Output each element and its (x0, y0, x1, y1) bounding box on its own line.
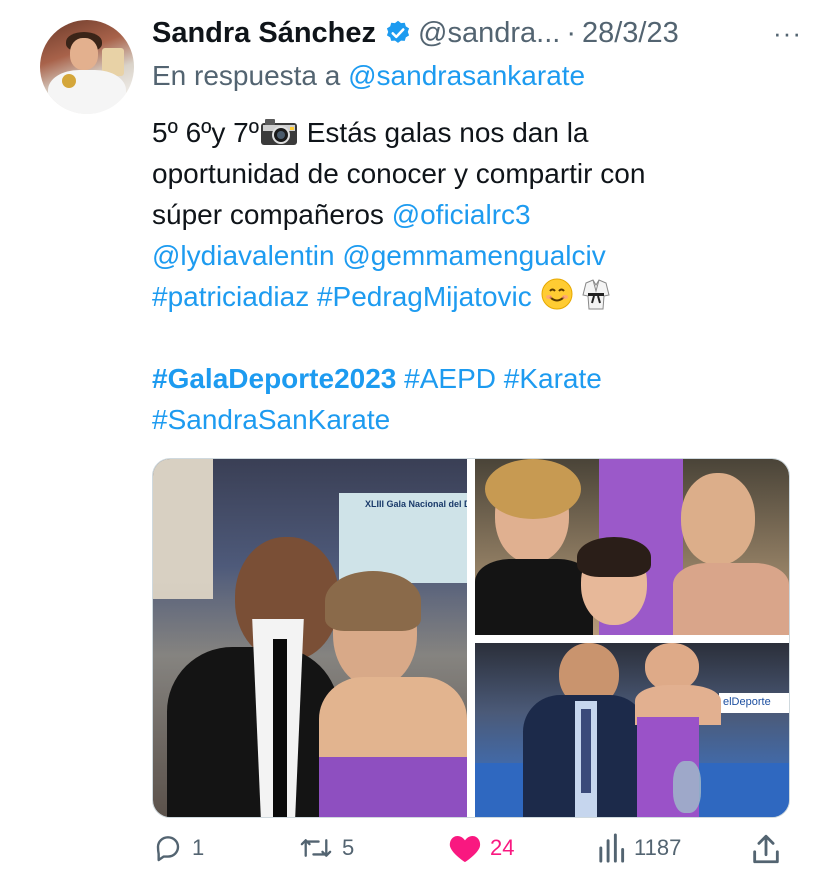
mention-oficialrc3[interactable]: @oficialrc3 (392, 199, 531, 230)
photo-2-face-right (681, 473, 755, 565)
photo-1-woman-hair (325, 571, 421, 631)
hashtag-patriciadiaz[interactable]: #patriciadiaz (152, 281, 309, 312)
reply-prefix: En respuesta a (152, 60, 341, 91)
view-count: 1187 (634, 835, 682, 860)
photo-2-dress-right (673, 563, 789, 635)
tweet-header: Sandra Sánchez @sandra... · 28/3/23 ··· (152, 14, 802, 52)
photo-3-trophy (673, 761, 701, 813)
hashtag-aepd[interactable]: #AEPD (404, 363, 496, 394)
verified-badge-icon (386, 20, 410, 43)
photo-2-hair-left (485, 459, 581, 519)
author-name[interactable]: Sandra Sánchez (152, 17, 376, 50)
camera-emoji (260, 119, 297, 145)
reply-context: En respuesta a @sandrasankarate (152, 60, 585, 92)
like-button[interactable]: 24 (448, 832, 514, 864)
photo-1[interactable]: XLIII Gala Nacional del Depo (153, 459, 467, 817)
photo-1-banner: XLIII Gala Nacional del Depo (339, 493, 467, 583)
avatar-face (70, 38, 98, 70)
tweet-line-1-text: Estás galas nos dan la (298, 117, 589, 148)
photo-3-man-tie (581, 709, 591, 793)
tweet-line-7: #SandraSanKarate (152, 399, 802, 440)
tweet-line-1: 5º 6ºy 7º Estás galas nos dan la (152, 112, 802, 153)
tweet-line-2: oportunidad de conocer y compartir con (152, 158, 646, 189)
avatar[interactable] (40, 20, 134, 114)
share-icon (753, 834, 779, 864)
hashtag-galadeporte2023[interactable]: #GalaDeporte2023 (152, 363, 396, 394)
reply-count: 1 (192, 835, 205, 860)
photo-1-curtain (153, 459, 213, 599)
tweet-line-5: #patriciadiaz #PedragMijatovic (152, 276, 802, 317)
tweet-line-6: #GalaDeporte2023 #AEPD #Karate (152, 358, 802, 399)
photo-2-dress-left (475, 559, 593, 635)
retweet-icon (300, 839, 332, 857)
tweet-text: 5º 6ºy 7º Estás galas nos dan la oportun… (152, 112, 802, 440)
views-button[interactable]: 1187 (596, 832, 681, 864)
retweet-button[interactable]: 5 (298, 832, 354, 864)
reply-mention[interactable]: @sandrasankarate (348, 60, 585, 91)
avatar-gi (48, 70, 126, 114)
views-icon (599, 833, 625, 863)
hashtag-pedragmijatovic[interactable]: #PedragMijatovic (317, 281, 532, 312)
photo-1-man-tie (273, 639, 287, 817)
hashtag-karate[interactable]: #Karate (504, 363, 602, 394)
tweet-line-4: @lydiavalentin @gemmamengualciv (152, 235, 802, 276)
more-icon[interactable]: ··· (773, 18, 802, 49)
action-bar: 1 5 24 1187 (152, 832, 792, 872)
avatar-medal (62, 74, 76, 88)
mention-gemmamengualciv[interactable]: @gemmamengualciv (342, 240, 605, 271)
header-separator: · (566, 16, 576, 49)
media-grid: XLIII Gala Nacional del Depo elDeporte (152, 458, 790, 818)
author-handle[interactable]: @sandra... (418, 17, 560, 50)
share-button[interactable] (750, 832, 782, 866)
tweet-line-3: súper compañeros @oficialrc3 (152, 194, 802, 235)
tweet-date[interactable]: 28/3/23 (582, 17, 679, 50)
photo-3[interactable]: elDeporte (475, 643, 789, 817)
smile-emoji (541, 278, 573, 310)
photo-2-hair-center (577, 537, 651, 577)
reply-button[interactable]: 1 (152, 832, 204, 864)
like-count: 24 (490, 835, 515, 860)
photo-1-man-suit (167, 647, 339, 817)
mention-lydiavalentin[interactable]: @lydiavalentin (152, 240, 335, 271)
photo-3-banner-text: elDeporte (723, 696, 771, 708)
hashtag-sandrasankarate[interactable]: #SandraSanKarate (152, 404, 390, 435)
photo-2[interactable] (475, 459, 789, 635)
reply-icon (156, 836, 180, 862)
photo-3-banner: elDeporte (719, 693, 789, 713)
tweet-line-1-numbers: 5º 6ºy 7º (152, 117, 259, 148)
karate-gi-emoji (582, 279, 610, 310)
retweet-count: 5 (342, 835, 355, 860)
photo-1-banner-text: XLIII Gala Nacional del Depo (365, 499, 467, 509)
photo-3-woman-face (645, 643, 699, 691)
heart-icon (449, 835, 481, 863)
tweet-line-3-text: súper compañeros (152, 199, 392, 230)
photo-1-woman-dress (319, 757, 467, 817)
